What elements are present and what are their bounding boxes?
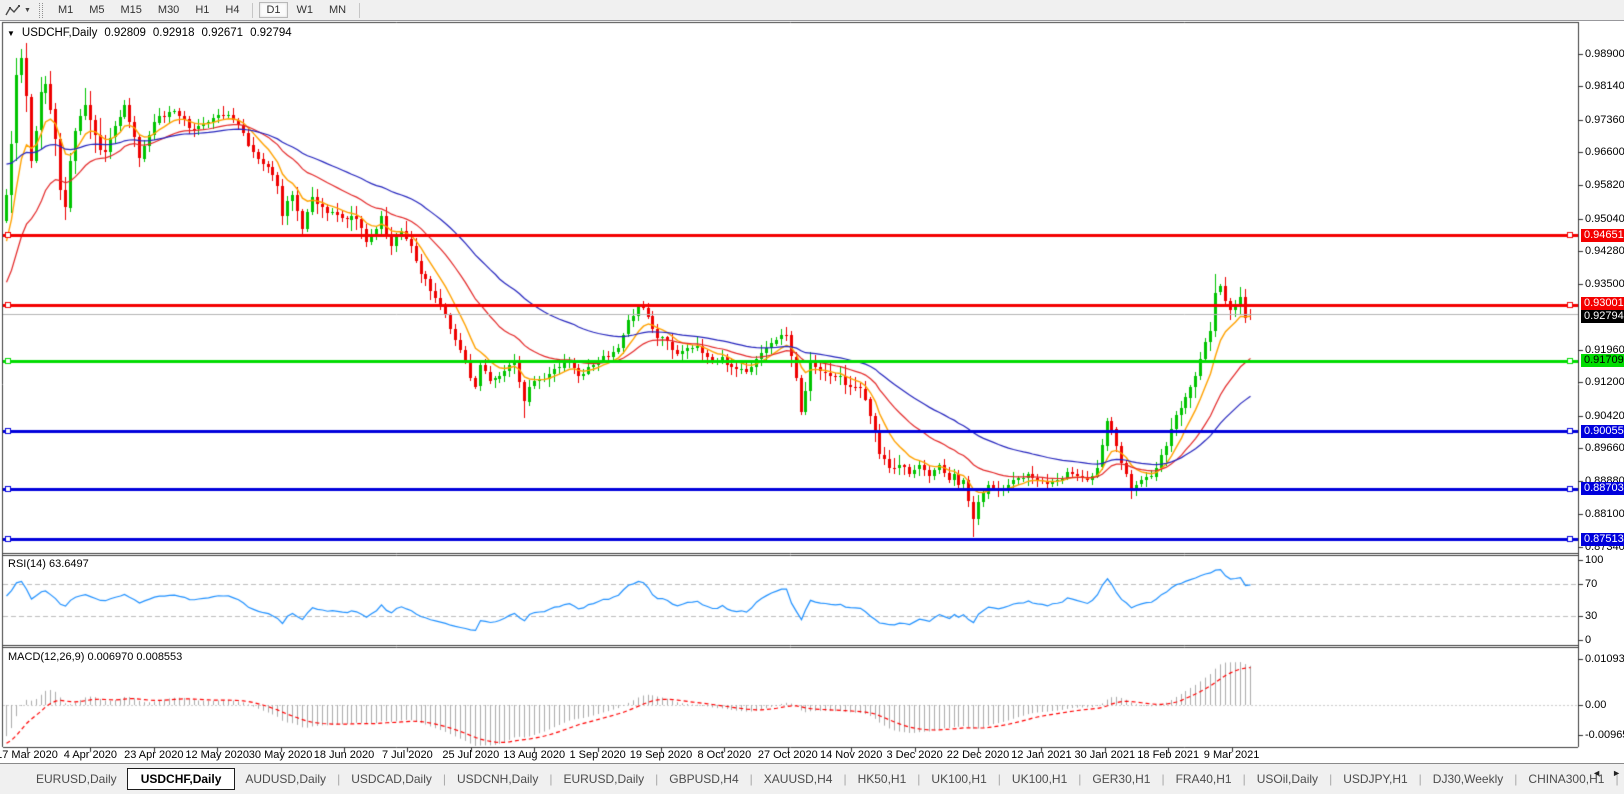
timeframe-button-m1[interactable]: M1	[51, 2, 80, 18]
price-line-badge: 0.87513	[1581, 532, 1624, 546]
date-axis-label: 22 Dec 2020	[946, 749, 1010, 761]
tab-dj30-weekly[interactable]: DJ30,Weekly	[1423, 768, 1513, 790]
tab-xauusd-h4[interactable]: XAUUSD,H4	[754, 768, 843, 790]
price-axis-tick: 0.98140	[1585, 80, 1624, 93]
price-line-badge: 0.90055	[1581, 424, 1624, 438]
macd-scale-tick: 0.010933	[1585, 652, 1624, 665]
tab-scroll-arrows: ◄ ►	[1592, 768, 1621, 778]
price-axis-tick: 0.96600	[1585, 146, 1624, 159]
price-line-badge: 0.93001	[1581, 297, 1624, 311]
timeframe-button-w1[interactable]: W1	[290, 2, 321, 18]
tool-dropdown-icon[interactable]: ▼	[24, 7, 31, 14]
macd-indicator-label: MACD(12,26,9) 0.006970 0.008553	[8, 651, 183, 663]
tab-scroll-right-icon[interactable]: ►	[1612, 768, 1621, 778]
current-price-badge: 0.92794	[1581, 309, 1624, 323]
tab-hk50-h1[interactable]: HK50,H1	[848, 768, 917, 790]
high-value: 0.92918	[152, 27, 195, 39]
timeframe-button-d1[interactable]: D1	[259, 2, 288, 18]
date-axis-label: 1 Sep 2020	[569, 749, 626, 761]
date-axis-label: 14 Nov 2020	[819, 749, 883, 761]
tab-uk100-h1[interactable]: UK100,H1	[921, 768, 996, 790]
line-studies-tool[interactable]: ▼	[5, 4, 31, 17]
date-axis-label: 12 Jan 2021	[1011, 749, 1072, 761]
close-value: 0.92794	[250, 27, 292, 39]
symbol-dropdown-icon[interactable]: ▼	[7, 29, 15, 38]
timeframe-toolbar: ▼ M1 M5 M15 M30 H1 H4 D1 W1 MN	[0, 0, 1624, 21]
date-axis-label: 4 Apr 2020	[63, 749, 117, 761]
rsi-scale-tick: 0	[1585, 634, 1592, 646]
date-axis-label: 30 May 2020	[248, 749, 313, 761]
tab-usdchf-daily[interactable]: USDCHF,Daily	[126, 768, 236, 790]
date-axis-label: 27 Oct 2020	[757, 749, 818, 761]
chart-tab-bar: EURUSD,Daily USDCHF,Daily AUDUSD,Daily | USD…	[0, 763, 1624, 794]
toolbar-separator	[252, 2, 254, 18]
date-axis-label: 9 Mar 2021	[1203, 749, 1260, 761]
date-axis-label: 30 Jan 2021	[1074, 749, 1136, 761]
rsi-scale-tick: 30	[1585, 610, 1598, 622]
symbol-period-label: USDCHF,Daily	[21, 27, 98, 39]
macd-scale-tick: -0.009653	[1585, 729, 1624, 741]
timeframe-button-h4[interactable]: H4	[218, 2, 246, 18]
price-axis-tick: 0.93500	[1585, 278, 1624, 291]
date-axis-label: 17 Mar 2020	[0, 749, 58, 761]
toolbar-grip[interactable]	[38, 2, 43, 18]
rsi-indicator-label: RSI(14) 63.6497	[8, 558, 89, 570]
price-axis-tick: 0.89660	[1585, 441, 1624, 454]
price-chart-canvas[interactable]	[0, 0, 1624, 794]
mt4-window: ▼ M1 M5 M15 M30 H1 H4 D1 W1 MN ▼ USDCHF,Daily 0.…	[0, 0, 1624, 794]
price-axis-tick: 0.95040	[1585, 212, 1624, 225]
price-line-badge: 0.88703	[1581, 482, 1624, 496]
tab-fra40-h1[interactable]: FRA40,H1	[1166, 768, 1242, 790]
date-axis-label: 3 Dec 2020	[886, 749, 943, 761]
date-axis-label: 23 Apr 2020	[124, 749, 184, 761]
low-value: 0.92671	[201, 27, 244, 39]
date-axis-label: 18 Jun 2020	[313, 749, 375, 761]
price-axis-tick: 0.94280	[1585, 244, 1624, 257]
macd-scale-tick: 0.00	[1585, 699, 1607, 711]
toolbar-separator	[359, 2, 361, 18]
timeframe-button-m5[interactable]: M5	[82, 2, 111, 18]
tab-usoil-daily[interactable]: USOil,Daily	[1247, 768, 1328, 790]
timeframe-button-mn[interactable]: MN	[322, 2, 353, 18]
price-line-badge: 0.91709	[1581, 354, 1624, 368]
timeframe-buttons: M1 M5 M15 M30 H1 H4 D1 W1 MN	[50, 2, 365, 18]
rsi-scale-tick: 70	[1585, 578, 1598, 590]
date-axis-label: 7 Jul 2020	[382, 749, 433, 761]
date-axis-label: 8 Oct 2020	[697, 749, 752, 761]
tab-usdcnh-daily[interactable]: USDCNH,Daily	[447, 768, 548, 790]
price-axis-tick: 0.98900	[1585, 48, 1624, 60]
tab-gbpusd-h4[interactable]: GBPUSD,H4	[659, 768, 748, 790]
rsi-scale-tick: 100	[1585, 554, 1604, 566]
tab-uk100-h1[interactable]: UK100,H1	[1002, 768, 1077, 790]
timeframe-button-h1[interactable]: H1	[188, 2, 216, 18]
date-axis-label: 13 Aug 2020	[503, 749, 566, 761]
tab-scroll-left-icon[interactable]: ◄	[1592, 768, 1601, 778]
price-axis-tick: 0.97360	[1585, 113, 1624, 126]
date-axis-label: 12 May 2020	[185, 749, 249, 761]
price-axis-tick: 0.88100	[1585, 508, 1624, 521]
price-axis-tick: 0.95820	[1585, 179, 1624, 192]
tab-eurusd-daily[interactable]: EURUSD,Daily	[553, 768, 654, 790]
price-axis-tick: 0.91200	[1585, 376, 1624, 389]
date-axis-label: 25 Jul 2020	[442, 749, 500, 761]
chart-tabs: EURUSD,Daily USDCHF,Daily AUDUSD,Daily | USD…	[26, 764, 1624, 794]
tab-ger30-h1[interactable]: GER30,H1	[1082, 768, 1160, 790]
open-value: 0.92809	[104, 27, 146, 39]
date-axis-label: 18 Feb 2021	[1137, 749, 1200, 761]
tab-usdjpy-h1[interactable]: USDJPY,H1	[1333, 768, 1417, 790]
timeframe-button-m30[interactable]: M30	[151, 2, 186, 18]
chart-title: ▼ USDCHF,Daily 0.92809 0.92918 0.92671 0…	[7, 27, 292, 39]
price-axis-tick: 0.90420	[1585, 409, 1624, 422]
trendline-icon	[5, 4, 20, 15]
tab-audusd-daily[interactable]: AUDUSD,Daily	[235, 768, 336, 790]
date-axis-label: 19 Sep 2020	[629, 749, 693, 761]
price-line-badge: 0.94651	[1581, 228, 1624, 242]
timeframe-button-m15[interactable]: M15	[114, 2, 149, 18]
tab-usdcad-daily[interactable]: USDCAD,Daily	[341, 768, 442, 790]
tab-eurusd-daily[interactable]: EURUSD,Daily	[26, 768, 127, 790]
